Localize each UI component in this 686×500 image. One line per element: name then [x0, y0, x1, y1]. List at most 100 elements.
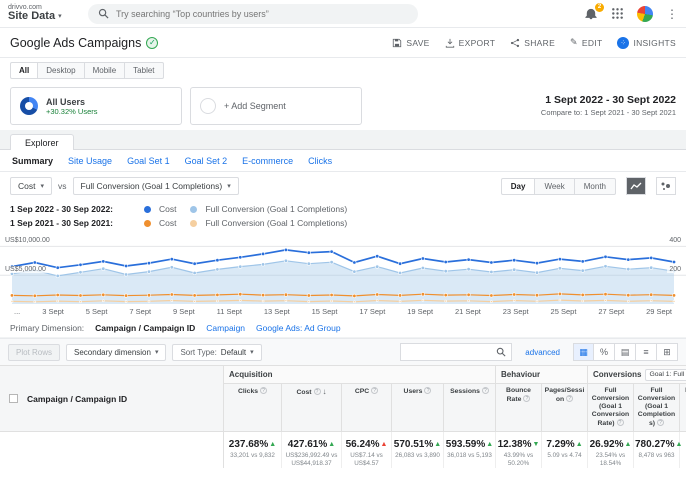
date-range-compare: Compare to: 1 Sept 2021 - 30 Sept 2021	[540, 107, 676, 117]
segment-donut-icon	[20, 97, 38, 115]
chart-canvas	[0, 245, 686, 304]
help-icon[interactable]: ?	[616, 419, 624, 427]
summary-row: 237.68%▲ 33,201 vs 9,832 427.61%▲ US$236,99…	[0, 432, 686, 469]
avatar[interactable]	[637, 5, 653, 22]
metric-b-dropdown[interactable]: Full Conversion (Goal 1 Completions) ▾	[72, 177, 239, 195]
select-all-checkbox[interactable]	[9, 394, 18, 404]
cost-compare-dot-icon	[144, 219, 151, 227]
help-icon[interactable]: ?	[481, 387, 489, 394]
group-header-conversions: Conversions Goal 1: Full Conversion ▾	[588, 366, 686, 383]
date-range-picker[interactable]: 1 Sept 2022 - 30 Sept 2022 Compare to: 1…	[541, 94, 676, 117]
tab-summary[interactable]: Summary	[12, 156, 53, 166]
analytics-app: drivvo.com Site Data ▾ 2 ⋮ Google Ads Ca…	[0, 0, 686, 500]
export-button[interactable]: EXPORT	[445, 38, 496, 48]
trend-up-icon: ▲	[269, 441, 277, 449]
pivot-view-icon[interactable]: ⊞	[657, 343, 678, 361]
save-icon	[393, 38, 402, 47]
sort-descending-icon: ↓	[322, 387, 327, 396]
x-tick-label: 27 Sept	[598, 306, 625, 316]
comparison-view-icon[interactable]: ≡	[636, 343, 657, 361]
search-input[interactable]	[116, 8, 408, 19]
sort-type-dropdown[interactable]: Sort Type: Default ▾	[172, 343, 262, 361]
tab-goal-set-1[interactable]: Goal Set 1	[127, 156, 170, 166]
add-segment-button[interactable]: + Add Segment	[190, 87, 362, 125]
granularity-month[interactable]: Month	[574, 177, 616, 195]
apps-grid-icon[interactable]	[611, 7, 624, 20]
motion-chart-toggle-icon[interactable]	[656, 177, 676, 195]
notifications-button[interactable]: 2	[584, 2, 604, 21]
device-tab-desktop[interactable]: Desktop	[38, 61, 85, 79]
pencil-icon: ✎	[570, 37, 578, 47]
chevron-down-icon: ▾	[58, 13, 62, 21]
performance-view-icon[interactable]: ▤	[615, 343, 636, 361]
insights-button[interactable]: ⁘ INSIGHTS	[617, 36, 676, 49]
cost-current-dot-icon	[144, 205, 151, 213]
dimension-campaign-id[interactable]: Campaign / Campaign ID	[95, 323, 195, 333]
line-chart-toggle-icon[interactable]	[626, 177, 646, 195]
column-header-4[interactable]: Sessions?	[444, 384, 496, 432]
dimension-campaign[interactable]: Campaign	[206, 323, 245, 333]
column-header-9[interactable]: Full Conve (Goal 1 Va?	[680, 384, 686, 432]
save-button[interactable]: SAVE	[392, 38, 429, 48]
share-button[interactable]: SHARE	[510, 38, 555, 48]
property-switcher[interactable]: drivvo.com Site Data ▾	[8, 4, 88, 23]
secondary-dimension-dropdown[interactable]: Secondary dimension ▾	[66, 343, 167, 361]
dimension-ad-group[interactable]: Google Ads: Ad Group	[256, 323, 341, 333]
summary-cell-2: 56.24%▲ US$7.14 vs US$4.57	[342, 432, 392, 469]
tab-clicks[interactable]: Clicks	[308, 156, 332, 166]
device-tab-mobile[interactable]: Mobile	[84, 61, 126, 79]
tab-ecommerce[interactable]: E-commerce	[242, 156, 293, 166]
insights-icon: ⁘	[617, 36, 630, 49]
column-header-5[interactable]: Bounce Rate?	[496, 384, 542, 432]
column-header-6[interactable]: Pages/Session?	[542, 384, 588, 432]
primary-dimension-label: Primary Dimension:	[10, 322, 85, 333]
download-icon	[445, 38, 454, 48]
tab-site-usage[interactable]: Site Usage	[68, 156, 112, 166]
group-header-behaviour: Behaviour	[496, 366, 588, 383]
summary-cell-3: 570.51%▲ 26,083 vs 3,890	[392, 432, 444, 469]
help-icon[interactable]: ?	[424, 387, 432, 394]
granularity-week[interactable]: Week	[535, 177, 575, 195]
device-tab-tablet[interactable]: Tablet	[125, 61, 164, 79]
plot-rows-button[interactable]: Plot Rows	[8, 343, 61, 361]
help-icon[interactable]: ?	[260, 387, 268, 394]
dimension-column-header[interactable]: Campaign / Campaign ID	[0, 366, 224, 432]
tab-explorer[interactable]: Explorer	[10, 134, 74, 150]
column-header-0[interactable]: Clicks?	[224, 384, 282, 432]
help-icon[interactable]: ?	[313, 388, 321, 395]
metric-a-dropdown[interactable]: Cost ▾	[10, 177, 52, 195]
help-icon[interactable]: ?	[566, 395, 574, 403]
help-icon[interactable]: ?	[371, 387, 379, 394]
x-tick-label: 5 Sept	[85, 306, 108, 316]
legend-period-compare: 1 Sep 2021 - 30 Sep 2021:	[10, 218, 114, 228]
device-tab-all[interactable]: All	[10, 61, 39, 79]
y-axis-label-right: 400	[667, 237, 683, 245]
x-tick-label: 29 Sept	[646, 306, 672, 316]
column-header-2[interactable]: CPC?	[342, 384, 392, 432]
global-search[interactable]	[88, 3, 418, 24]
help-icon[interactable]: ?	[523, 395, 531, 403]
column-header-3[interactable]: Users?	[392, 384, 444, 432]
column-header-8[interactable]: Full Conversion (Goal 1 Completions)?	[634, 384, 680, 432]
edit-button[interactable]: ✎ EDIT	[570, 37, 602, 48]
x-tick-label: 3 Sept	[42, 306, 64, 316]
column-header-7[interactable]: Full Conversion (Goal 1 Conversion Rate)…	[588, 384, 634, 432]
x-tick-label: 11 Sept	[216, 306, 242, 316]
summary-cell-6: 7.29%▲ 5.09 vs 4.74	[542, 432, 588, 469]
goal-selector-dropdown[interactable]: Goal 1: Full Conversion ▾	[645, 368, 686, 381]
table-search[interactable]	[400, 343, 513, 361]
tab-goal-set-2[interactable]: Goal Set 2	[185, 156, 228, 166]
kebab-menu-icon[interactable]: ⋮	[666, 7, 678, 21]
advanced-search-link[interactable]: advanced	[525, 348, 560, 357]
table-search-input[interactable]	[406, 347, 493, 357]
timeseries-chart[interactable]: US$10,000.00 US$5,000.00 400 200	[0, 232, 686, 304]
verified-check-icon: ✓	[146, 36, 159, 49]
data-table: Campaign / Campaign ID Acquisition Behav…	[0, 366, 686, 469]
chevron-down-icon: ▾	[40, 183, 44, 190]
granularity-day[interactable]: Day	[500, 177, 536, 195]
segment-all-users[interactable]: All Users +30.32% Users	[10, 87, 182, 125]
percentage-view-icon[interactable]: %	[594, 343, 615, 361]
column-header-1[interactable]: Cost? ↓	[282, 384, 342, 432]
help-icon[interactable]: ?	[657, 419, 665, 427]
data-view-icon[interactable]: ▦	[573, 343, 594, 361]
